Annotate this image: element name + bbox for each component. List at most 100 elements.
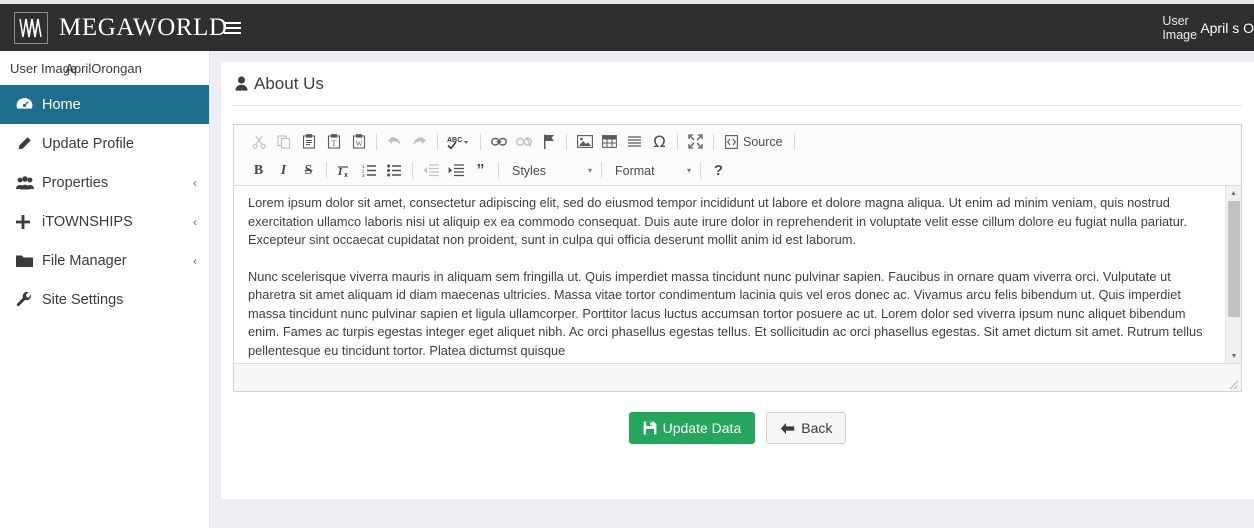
remove-format-icon[interactable]: Ix [333,160,356,182]
svg-text:I: I [337,166,343,178]
sidebar-item-file-manager[interactable]: File Manager ‹ [0,241,209,280]
editor-toolbar-row-2: B I S Ix 123 ” Styles ▾ Format ▾ ? [246,156,1237,185]
toolbar-separator [566,133,567,150]
paste-as-text-icon[interactable]: T [322,131,345,153]
arrow-left-icon [781,422,795,434]
undo-icon[interactable] [383,131,406,153]
editor-toolbar: T W ABC Ω Source B I S I x 1 2 3 ” Style… [234,125,1241,186]
sidebar-item-update-profile[interactable]: Update Profile [0,124,209,163]
toolbar-separator [326,162,327,179]
redo-icon[interactable] [408,131,431,153]
horizontal-rule-icon[interactable] [623,131,646,153]
app-header: MEGAWORLD User Image April s O [0,4,1254,51]
back-button-label: Back [801,420,833,436]
bulleted-list-icon[interactable] [383,160,406,182]
sidebar-item-itownships[interactable]: iTOWNSHIPS ‹ [0,202,209,241]
wrench-icon [16,291,42,308]
outdent-icon[interactable] [419,160,442,182]
toolbar-separator [713,133,714,150]
sidebar-item-home[interactable]: Home [0,85,209,124]
resize-grip-icon[interactable] [1227,377,1239,390]
form-actions: Update Data Back [221,412,1254,444]
sidebar-item-itownships-label: iTOWNSHIPS [42,213,133,230]
styles-dropdown[interactable]: Styles ▾ [504,160,596,182]
copy-icon[interactable] [272,131,295,153]
maximize-icon[interactable] [684,131,707,153]
about-us-card: About Us T W ABC Ω Source B I S I x 1 2 … [221,62,1254,499]
toolbar-separator [498,162,499,179]
editor-scrollbar[interactable]: ▲ ▼ [1225,186,1241,364]
toolbar-separator [677,133,678,150]
cut-icon[interactable] [247,131,270,153]
sidebar-user-name: AprilOrongan [65,60,142,76]
sidebar-item-update-profile-label: Update Profile [42,135,134,152]
spellcheck-icon[interactable]: ABC [444,131,474,153]
image-icon[interactable] [573,131,596,153]
toolbar-separator [793,133,795,150]
header-user-name: April s O [1200,19,1254,36]
sidebar: User Image AprilOrongan Home Update Prof… [0,51,210,528]
svg-text:x: x [344,172,348,178]
sidebar-item-site-settings[interactable]: Site Settings [0,280,209,319]
toolbar-separator [437,133,438,150]
about-help-icon[interactable]: ? [707,160,730,182]
users-icon [16,175,42,190]
link-icon[interactable] [487,131,510,153]
indent-icon[interactable] [444,160,467,182]
anchor-flag-icon[interactable] [537,131,560,153]
sidebar-item-properties-label: Properties [42,174,109,191]
paste-icon[interactable] [297,131,320,153]
svg-text:T: T [331,139,336,148]
content-area: About Us T W ABC Ω Source B I S I x 1 2 … [210,51,1254,528]
toolbar-separator [700,162,701,179]
toolbar-separator [412,162,413,179]
dashboard-icon [16,97,42,112]
pencil-icon [16,136,42,152]
scrollbar-thumb[interactable] [1228,201,1240,317]
plus-icon [16,214,42,229]
card-divider [233,105,1242,106]
editor-content[interactable]: Lorem ipsum dolor sit amet, consectetur … [234,186,1241,364]
editor-footer [234,363,1241,391]
toolbar-separator [480,133,481,150]
special-character-icon[interactable]: Ω [648,131,671,153]
toolbar-separator [376,133,377,150]
strikethrough-icon[interactable]: S [297,160,320,182]
bold-icon[interactable]: B [247,160,270,182]
table-icon[interactable] [598,131,621,153]
sidebar-item-properties-caret: ‹ [193,175,197,190]
sidebar-item-file-manager-label: File Manager [42,252,127,269]
paste-from-word-icon[interactable]: W [347,131,370,153]
svg-text:W: W [355,140,362,148]
editor-paragraph: Nunc scelerisque viverra mauris in aliqu… [248,268,1203,358]
rich-text-editor: T W ABC Ω Source B I S I x 1 2 3 ” Style… [233,124,1242,392]
back-button[interactable]: Back [766,412,847,444]
format-dropdown[interactable]: Format ▾ [607,160,695,182]
folder-icon [16,254,42,268]
brand-name: MEGAWORLD [59,13,228,41]
sidebar-item-properties[interactable]: Properties ‹ [0,163,209,202]
sidebar-item-home-label: Home [42,96,81,113]
source-button[interactable]: Source [719,131,789,153]
user-icon [235,76,248,91]
sidebar-item-site-settings-label: Site Settings [42,291,124,308]
numbered-list-icon[interactable]: 123 [358,160,381,182]
unlink-icon[interactable] [512,131,535,153]
update-data-button[interactable]: Update Data [628,412,756,444]
scroll-down-icon[interactable]: ▼ [1226,349,1242,364]
scroll-up-icon[interactable]: ▲ [1226,186,1241,201]
chevron-down-icon: ▾ [587,166,592,175]
page-title-text: About Us [254,73,324,93]
italic-icon[interactable]: I [272,160,295,182]
brand[interactable]: MEGAWORLD [0,4,227,51]
chevron-down-icon: ▾ [686,166,691,175]
save-floppy-icon [643,421,657,435]
header-user-area[interactable]: User Image April s O [1162,4,1254,51]
format-dropdown-label: Format [615,163,655,178]
sidebar-user-panel: User Image AprilOrongan [0,51,209,85]
toolbar-separator [601,162,602,179]
hamburger-icon[interactable] [210,4,254,51]
blockquote-icon[interactable]: ” [469,160,492,182]
svg-text:3: 3 [362,173,365,177]
page-title: About Us [221,62,1254,105]
